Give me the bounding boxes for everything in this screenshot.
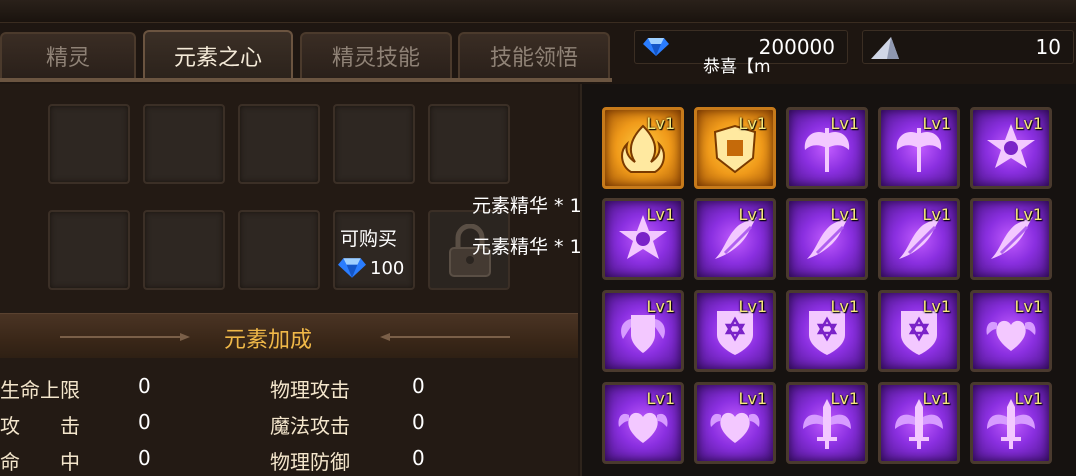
stat-label: 物理攻击 — [270, 378, 350, 402]
bonus-header: 元素加成 — [0, 313, 578, 358]
tab-label: 元素之心 — [173, 46, 262, 71]
tab-underline — [0, 78, 612, 82]
element-slot[interactable] — [333, 104, 415, 184]
broadcast-notice: 恭喜【m — [703, 57, 771, 77]
tab-label: 技能领悟 — [489, 46, 578, 71]
skill-slot[interactable]: Lv1 — [786, 198, 868, 280]
ornament-right-icon — [380, 333, 510, 341]
stat-label: 生命上限 — [0, 378, 80, 402]
element-slot[interactable] — [143, 104, 225, 184]
skill-level-label: Lv1 — [922, 297, 951, 316]
skill-level-label: Lv1 — [738, 389, 767, 408]
skill-slot[interactable]: Lv1 — [602, 107, 684, 189]
element-slot[interactable] — [428, 104, 510, 184]
skill-level-label: Lv1 — [922, 205, 951, 224]
skill-slot[interactable]: Lv1 — [694, 107, 776, 189]
element-slot[interactable] — [48, 210, 130, 290]
skill-level-label: Lv1 — [738, 297, 767, 316]
skill-level-label: Lv1 — [646, 297, 675, 316]
skill-level-label: Lv1 — [830, 114, 859, 133]
skill-slot[interactable]: Lv1 — [694, 198, 776, 280]
stat-value: 0 — [138, 374, 151, 398]
stat-label: 物理防御 — [270, 450, 350, 474]
tab-spirit[interactable]: 精灵 — [0, 32, 136, 78]
skill-level-label: Lv1 — [1014, 389, 1043, 408]
skill-level-label: Lv1 — [830, 297, 859, 316]
tab-label: 精灵 — [45, 46, 90, 71]
skill-level-label: Lv1 — [738, 114, 767, 133]
stat-value: 0 — [138, 410, 151, 434]
skill-level-label: Lv1 — [1014, 205, 1043, 224]
skill-slot[interactable]: Lv1 — [786, 107, 868, 189]
crystal-icon — [871, 37, 899, 59]
tooltip-line: 元素精华 * 1 — [472, 236, 582, 258]
skill-slot[interactable]: Lv1 — [602, 198, 684, 280]
tab-element-heart[interactable]: 元素之心 — [143, 30, 293, 80]
tooltip-line: 元素精华 * 1 — [472, 195, 582, 217]
element-slot[interactable] — [238, 210, 320, 290]
element-slot[interactable] — [48, 104, 130, 184]
stat-value: 0 — [412, 410, 425, 434]
skill-slot[interactable]: Lv1 — [786, 382, 868, 464]
skill-slot[interactable]: Lv1 — [694, 382, 776, 464]
diamond-icon — [643, 38, 669, 56]
skill-level-label: Lv1 — [646, 205, 675, 224]
slot-price: 100 — [370, 258, 405, 279]
stat-value: 0 — [412, 446, 425, 470]
skill-slot[interactable]: Lv1 — [786, 290, 868, 372]
stat-value: 0 — [138, 446, 151, 470]
top-frame — [0, 0, 1076, 23]
element-slot[interactable] — [143, 210, 225, 290]
skill-slot[interactable]: Lv1 — [970, 290, 1052, 372]
skill-slot[interactable]: Lv1 — [694, 290, 776, 372]
skill-level-label: Lv1 — [1014, 114, 1043, 133]
skill-level-label: Lv1 — [738, 205, 767, 224]
tab-spirit-skills[interactable]: 精灵技能 — [300, 32, 452, 78]
stat-value: 0 — [412, 374, 425, 398]
skill-slot[interactable]: Lv1 — [878, 107, 960, 189]
skill-level-label: Lv1 — [922, 114, 951, 133]
skill-slot[interactable]: Lv1 — [602, 290, 684, 372]
element-slot[interactable] — [238, 104, 320, 184]
skill-slot[interactable]: Lv1 — [878, 382, 960, 464]
crystal-amount: 10 — [1035, 35, 1061, 59]
skill-slot[interactable]: Lv1 — [970, 107, 1052, 189]
skill-slot[interactable]: Lv1 — [970, 382, 1052, 464]
skill-level-label: Lv1 — [1014, 297, 1043, 316]
tab-label: 精灵技能 — [331, 46, 420, 71]
skill-level-label: Lv1 — [922, 389, 951, 408]
skill-level-label: Lv1 — [646, 114, 675, 133]
stat-label: 魔法攻击 — [270, 414, 350, 438]
skill-level-label: Lv1 — [830, 389, 859, 408]
stat-label: 攻 击 — [0, 414, 80, 438]
crystal-counter: 10 — [862, 30, 1074, 64]
skill-slot[interactable]: Lv1 — [602, 382, 684, 464]
skill-slot[interactable]: Lv1 — [878, 198, 960, 280]
skill-level-label: Lv1 — [830, 205, 859, 224]
stat-label: 命 中 — [0, 450, 80, 474]
skill-slot[interactable]: Lv1 — [970, 198, 1052, 280]
skill-level-label: Lv1 — [646, 389, 675, 408]
skill-slot[interactable]: Lv1 — [878, 290, 960, 372]
tab-skill-comprehension[interactable]: 技能领悟 — [458, 32, 610, 78]
diamond-icon — [338, 258, 366, 278]
purchasable-label: 可购买 — [340, 228, 398, 250]
